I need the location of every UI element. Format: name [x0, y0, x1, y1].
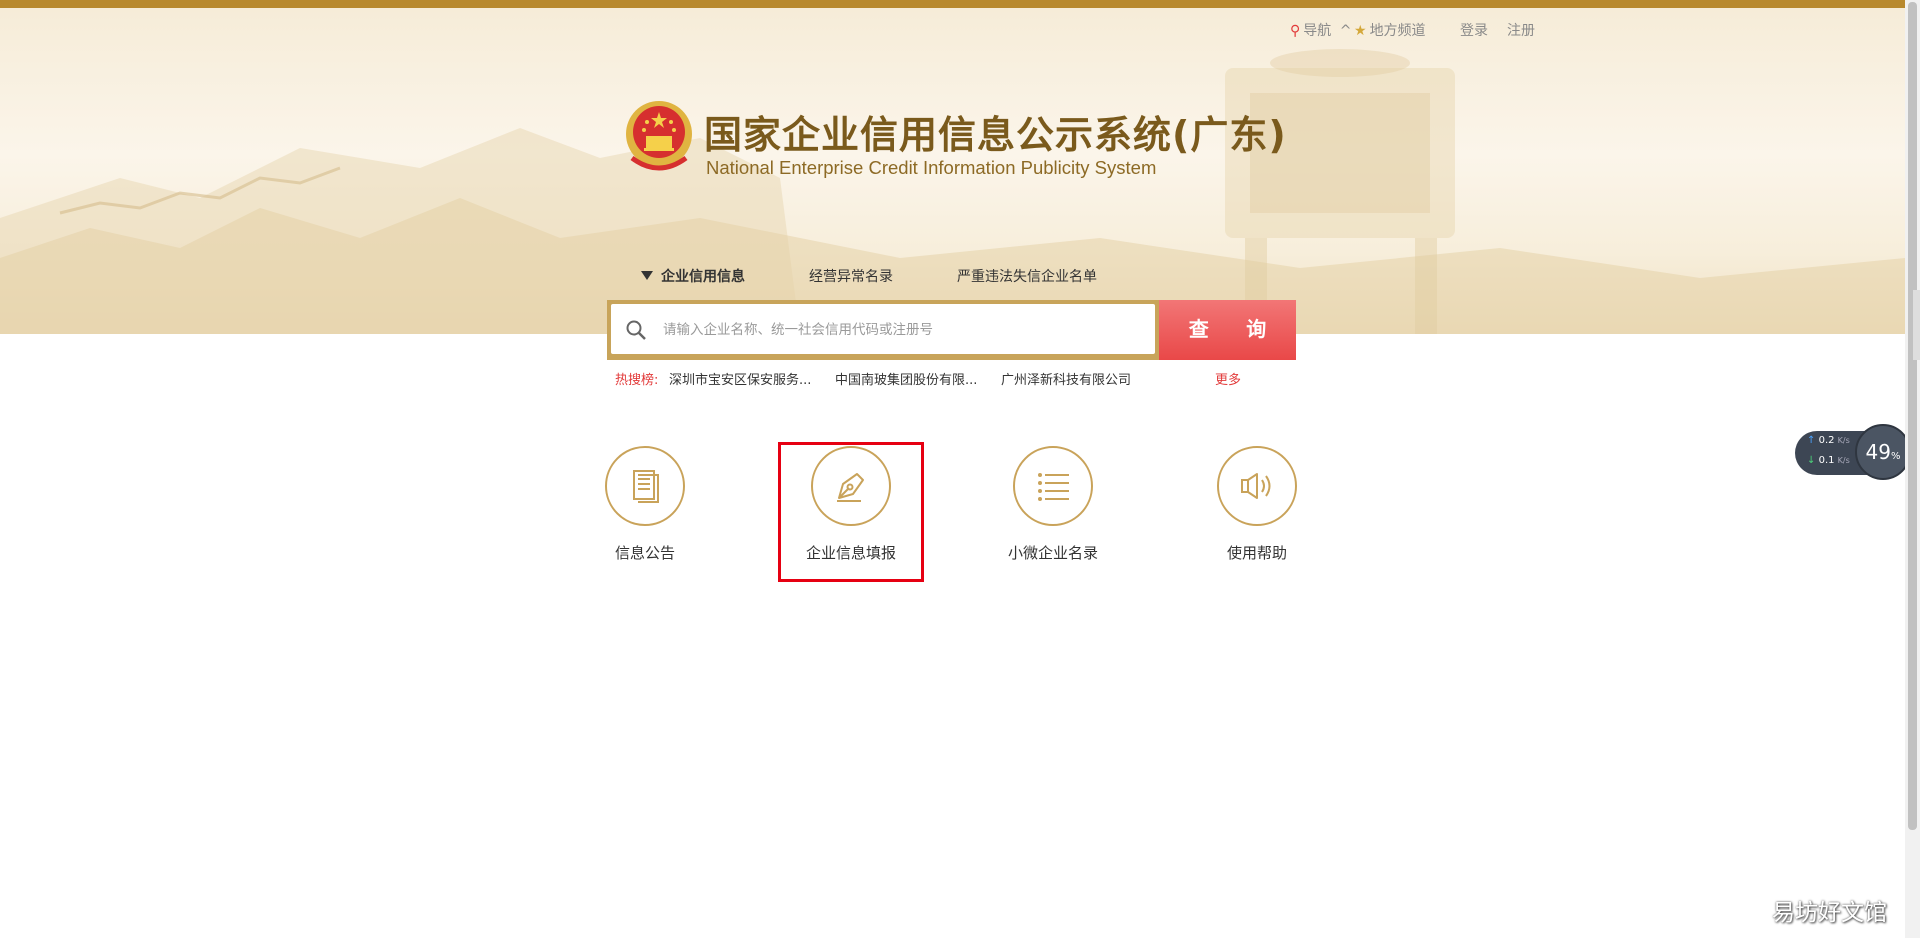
download-unit: K/s [1838, 456, 1850, 465]
upload-speed: ↑ 0.2 K/s [1807, 435, 1850, 446]
tab-label: 企业信用信息 [661, 269, 745, 285]
feature-small-micro-enterprise-list[interactable]: 小微企业名录 [993, 446, 1113, 563]
upload-arrow-icon: ↑ [1807, 435, 1815, 446]
side-edge-tab [1913, 290, 1920, 360]
vertical-scrollbar[interactable] [1905, 0, 1920, 938]
tab-enterprise-credit[interactable]: 企业信用信息 [641, 266, 745, 286]
feature-circle [605, 446, 685, 526]
feature-circle [1217, 446, 1297, 526]
upload-unit: K/s [1838, 436, 1850, 445]
scrollbar-thumb[interactable] [1908, 2, 1917, 830]
hot-search-label: 热搜榜: [615, 369, 658, 388]
national-emblem-icon [624, 98, 694, 178]
search-button[interactable]: 查 询 [1159, 300, 1296, 360]
speaker-icon [1237, 466, 1277, 506]
login-link[interactable]: 登录 [1460, 20, 1488, 40]
hot-label-text: 热搜榜: [615, 373, 658, 388]
document-icon [625, 466, 665, 506]
watermark-text: 易坊好文馆 [1772, 893, 1887, 927]
top-accent-bar [0, 0, 1905, 8]
register-link[interactable]: 注册 [1507, 20, 1535, 40]
memory-usage-gauge: 49% [1855, 424, 1911, 480]
download-speed: ↓ 0.1 K/s [1807, 455, 1850, 466]
hot-search-item[interactable]: 中国南玻集团股份有限... [835, 369, 977, 388]
gauge-value: 49 [1866, 440, 1891, 464]
feature-label: 小微企业名录 [993, 542, 1113, 563]
feature-label: 信息公告 [585, 542, 705, 563]
site-title-en: National Enterprise Credit Information P… [706, 157, 1156, 179]
caret-down-icon [641, 271, 653, 280]
download-value: 0.1 [1819, 455, 1835, 466]
site-title-cn: 国家企业信用信息公示系统(广东) [704, 104, 1287, 159]
region-channel-link[interactable]: ★地方频道 [1354, 20, 1426, 40]
search-field-container [611, 304, 1155, 354]
chevron-up-icon: ^ [1340, 23, 1352, 39]
download-arrow-icon: ↓ [1807, 455, 1815, 466]
nav-menu[interactable]: ⚲导航 ^ [1290, 20, 1351, 40]
highlight-box [778, 442, 924, 582]
location-pin-icon: ⚲ [1290, 23, 1300, 39]
hot-search-item[interactable]: 广州泽新科技有限公司 [1001, 369, 1131, 388]
network-speed-widget[interactable]: ↑ 0.2 K/s ↓ 0.1 K/s 49% [1795, 431, 1911, 475]
search-input[interactable] [661, 304, 1145, 356]
feature-label: 使用帮助 [1197, 542, 1317, 563]
feature-info-announcement[interactable]: 信息公告 [585, 446, 705, 563]
gauge-unit: % [1891, 451, 1901, 462]
upload-value: 0.2 [1819, 435, 1835, 446]
search-box [607, 300, 1159, 360]
tab-abnormal-list[interactable]: 经营异常名录 [809, 266, 893, 286]
feature-circle [1013, 446, 1093, 526]
feature-usage-help[interactable]: 使用帮助 [1197, 446, 1317, 563]
star-icon: ★ [1354, 23, 1367, 39]
hot-search-more-link[interactable]: 更多 [1215, 369, 1241, 388]
search-icon [625, 319, 647, 341]
list-icon [1033, 466, 1073, 506]
region-label: 地方频道 [1370, 23, 1426, 39]
tab-serious-violation-list[interactable]: 严重违法失信企业名单 [957, 266, 1097, 286]
nav-label: 导航 [1303, 23, 1331, 39]
hot-search-item[interactable]: 深圳市宝安区保安服务... [669, 369, 811, 388]
